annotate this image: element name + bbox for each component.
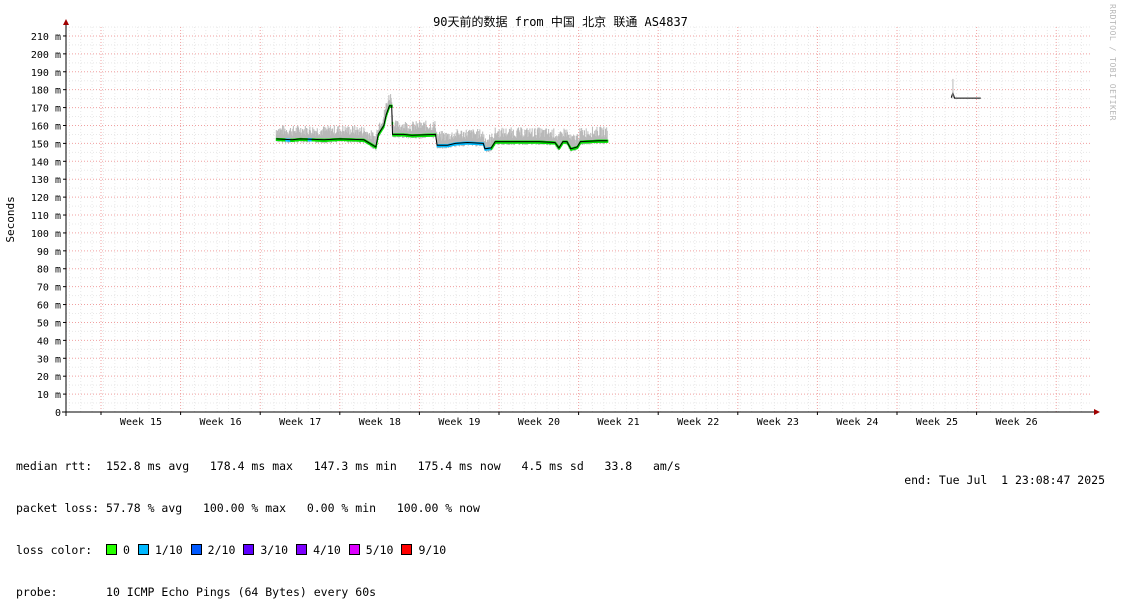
y-tick-label: 150 m <box>31 139 61 150</box>
x-axis-arrow <box>1094 409 1100 415</box>
loss-color-value: 9/10 <box>418 543 447 557</box>
y-tick-label: 30 m <box>37 354 61 365</box>
y-tick-label: 210 m <box>31 32 61 43</box>
packet-loss-label: packet loss: <box>16 501 100 515</box>
loss-color-list: 0 1/10 2/10 3/10 4/10 5/10 9/10 <box>106 543 454 557</box>
rtt-chart: 0 10 m 20 m 30 m 40 m 50 m 60 m 70 m 80 m 90 m 100… <box>4 19 1100 428</box>
median-rtt-values: 152.8 ms avg 178.4 ms max 147.3 ms min 1… <box>106 459 681 473</box>
y-tick-label: 10 m <box>37 390 61 401</box>
x-tick-label: Week 21 <box>598 417 640 428</box>
x-tick-label: Week 23 <box>757 417 799 428</box>
x-tick-label: Week 17 <box>279 417 321 428</box>
y-tick-label: 50 m <box>37 318 61 329</box>
end-timestamp: end: Tue Jul 1 23:08:47 2025 <box>904 473 1105 487</box>
y-tick-label: 20 m <box>37 372 61 383</box>
chart-title: 90天前的数据 from 中国 北京 联通 AS4837 <box>433 15 688 29</box>
y-axis-label: Seconds <box>4 196 17 242</box>
loss-color-swatch <box>190 544 202 555</box>
loss-color-value: 1/10 <box>154 543 183 557</box>
probe-row: probe: 10 ICMP Echo Pings (64 Bytes) eve… <box>16 585 681 599</box>
probe-label: probe: <box>16 585 58 599</box>
y-tick-label: 190 m <box>31 68 61 79</box>
loss-color-item: 3/10 <box>243 543 288 557</box>
loss-color-swatch <box>348 544 360 555</box>
x-tick-label: Week 25 <box>916 417 958 428</box>
x-tick-label: Week 16 <box>200 417 242 428</box>
x-tick-label: Week 18 <box>359 417 401 428</box>
y-tick-label: 80 m <box>37 265 61 276</box>
packet-loss-row: packet loss: 57.78 % avg 100.00 % max 0.… <box>16 501 681 515</box>
x-tick-label: Week 19 <box>438 417 480 428</box>
vendor-watermark: RRDTOOL / TOBI OETIKER <box>1108 4 1117 121</box>
median-rtt-row: median rtt: 152.8 ms avg 178.4 ms max 14… <box>16 459 681 473</box>
y-tick-label: 170 m <box>31 104 61 115</box>
stats-legend: median rtt: 152.8 ms avg 178.4 ms max 14… <box>16 431 681 613</box>
y-tick-label: 140 m <box>31 157 61 168</box>
y-tick-label: 60 m <box>37 301 61 312</box>
loss-color-label: loss color: <box>16 543 93 557</box>
loss-color-swatch <box>401 544 413 555</box>
loss-color-swatch <box>243 544 255 555</box>
y-tick-label: 40 m <box>37 336 61 347</box>
loss-color-value: 4/10 <box>313 543 341 557</box>
loss-color-item: 9/10 <box>401 543 446 557</box>
loss-color-row: loss color: 0 1/10 2/10 3/10 4/10 5/10 9/10 <box>16 543 681 557</box>
loss-color-item: 4/10 <box>296 543 341 557</box>
loss-color-swatch <box>296 544 308 555</box>
y-tick-label: 160 m <box>31 121 61 132</box>
packet-loss-values: 57.78 % avg 100.00 % max 0.00 % min 100.… <box>106 501 480 515</box>
y-tick-label: 180 m <box>31 86 61 97</box>
loss-color-swatch <box>137 544 149 555</box>
loss-color-value: 0 <box>123 543 130 557</box>
y-tick-label: 120 m <box>31 193 61 204</box>
x-tick-label: Week 22 <box>677 417 719 428</box>
loss-color-item: 0 <box>106 543 130 557</box>
y-tick-label: 110 m <box>31 211 61 222</box>
probe-value: 10 ICMP Echo Pings (64 Bytes) every 60s <box>106 585 377 599</box>
loss-color-item: 5/10 <box>348 543 394 557</box>
x-tick-label: Week 24 <box>836 417 878 428</box>
loss-color-item: 2/10 <box>190 543 236 557</box>
y-tick-label: 70 m <box>37 283 61 294</box>
loss-color-item: 1/10 <box>137 543 183 557</box>
loss-color-value: 2/10 <box>207 543 236 557</box>
y-tick-label: 0 <box>55 408 61 419</box>
x-tick-label: Week 20 <box>518 417 560 428</box>
y-tick-label: 200 m <box>31 50 61 61</box>
y-tick-label: 130 m <box>31 175 61 186</box>
y-tick-label: 90 m <box>37 247 61 258</box>
x-tick-label: Week 15 <box>120 417 162 428</box>
loss-band <box>606 139 609 143</box>
x-tick-label: Week 26 <box>996 417 1038 428</box>
loss-color-value: 5/10 <box>365 543 394 557</box>
loss-color-value: 3/10 <box>260 543 289 557</box>
y-tick-label: 100 m <box>31 229 61 240</box>
loss-color-swatch <box>106 544 118 555</box>
median-rtt-label: median rtt: <box>16 459 93 473</box>
